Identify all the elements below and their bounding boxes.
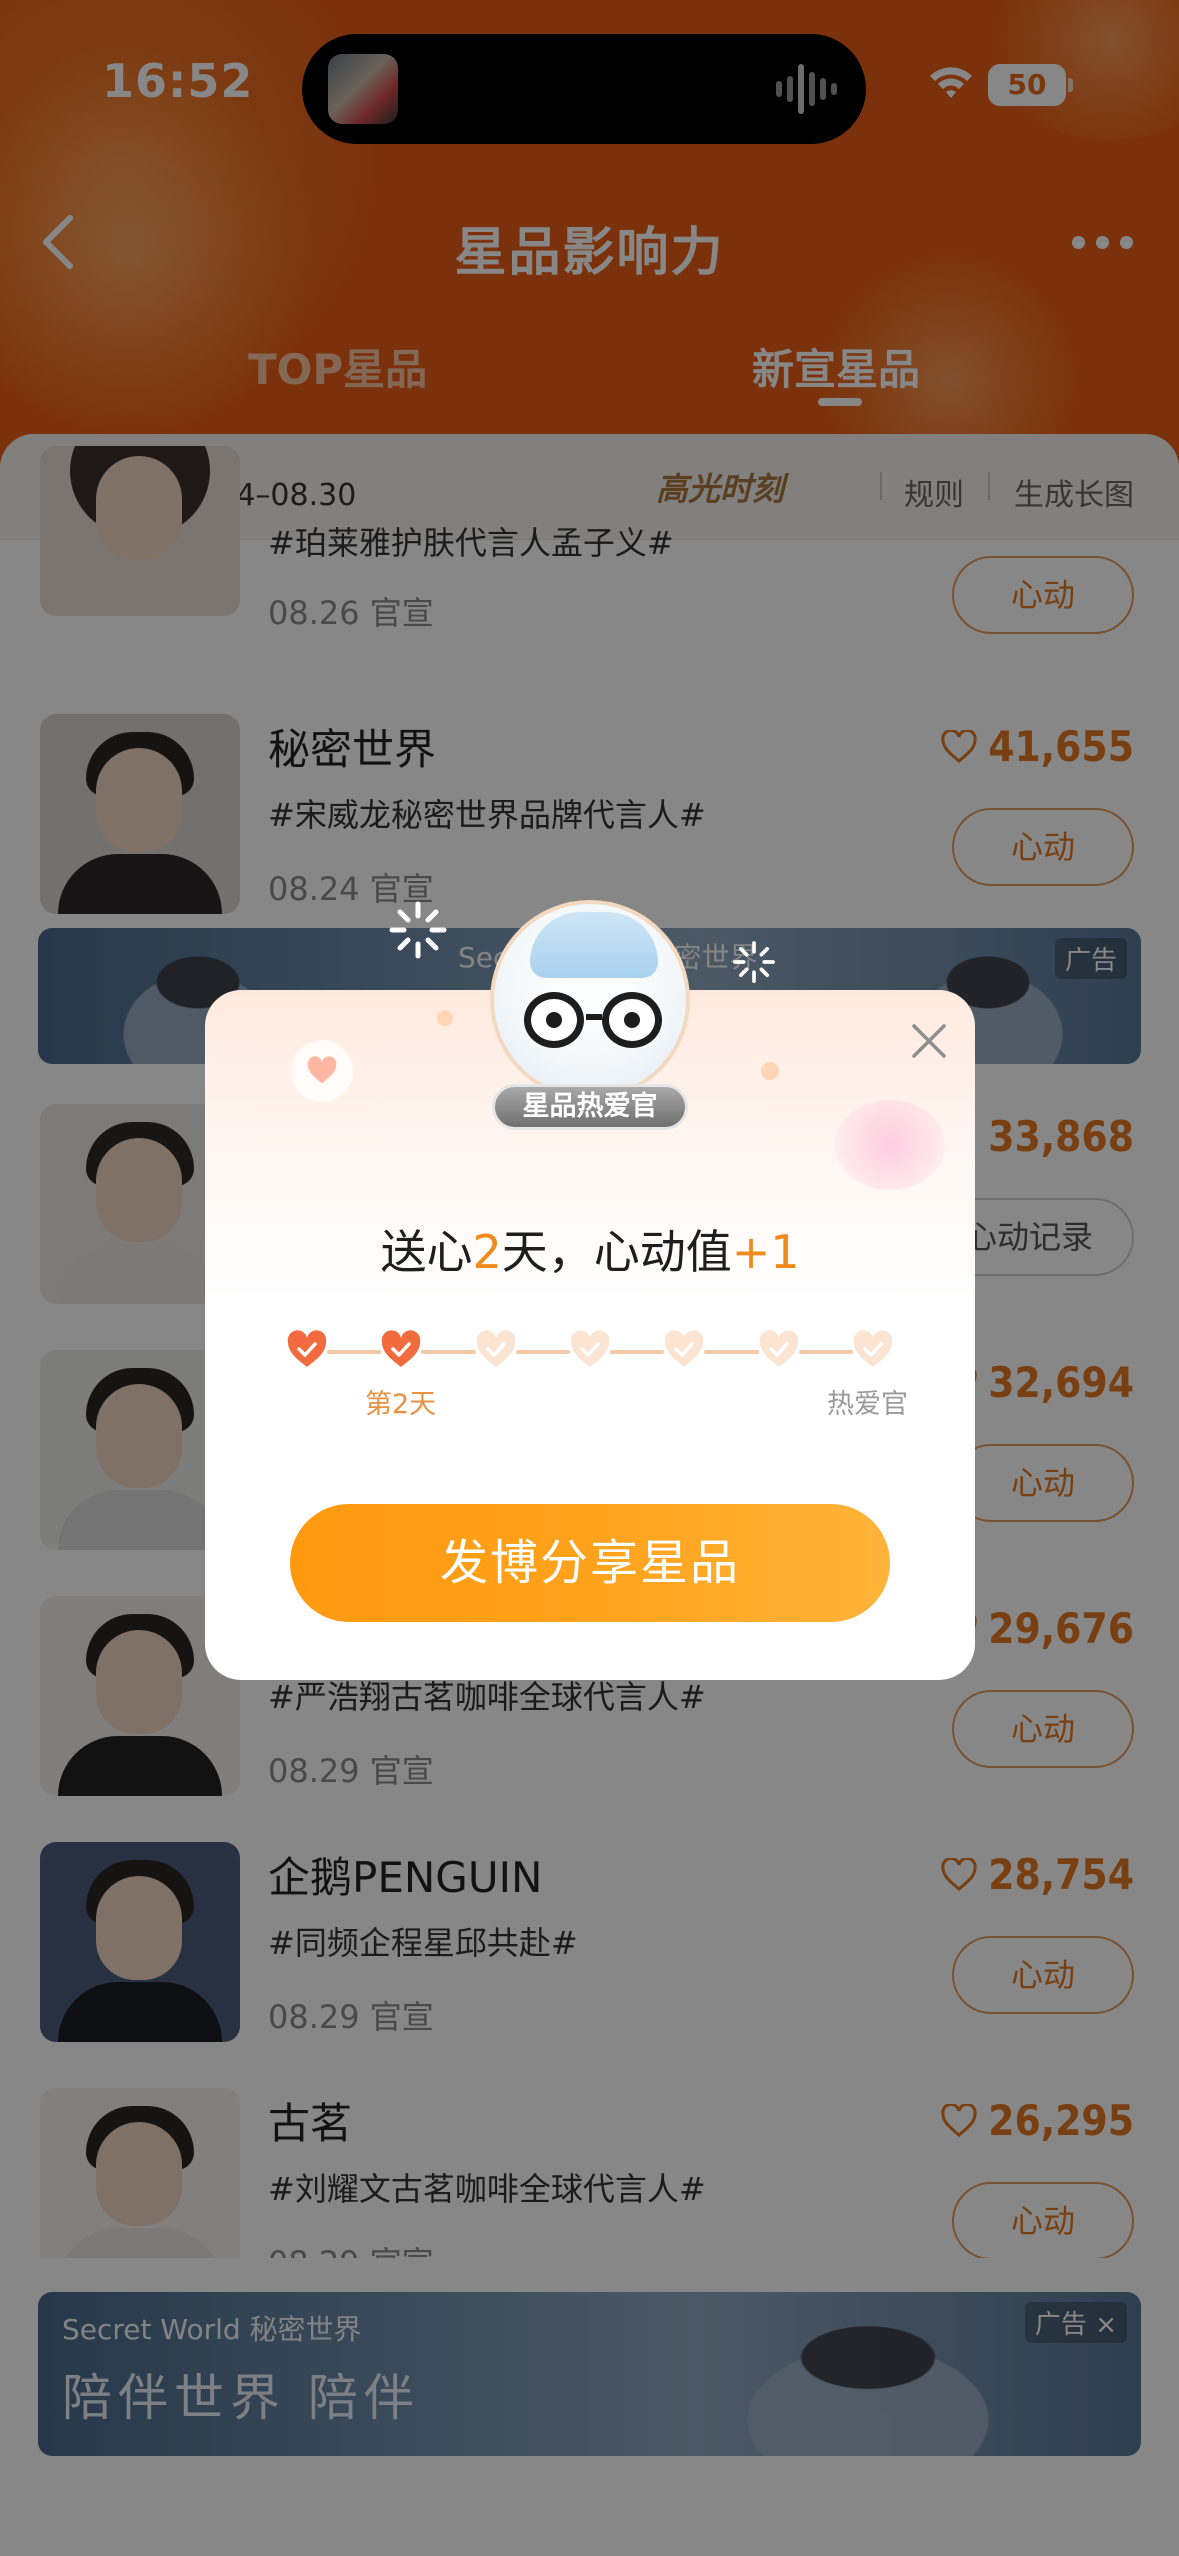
mascot-badge: 星品热爱官 [492, 1084, 688, 1130]
progress-heart-empty-icon [759, 1330, 798, 1367]
glow-decoration [835, 1100, 945, 1190]
sparkle-icon [389, 901, 447, 959]
close-icon[interactable] [908, 1020, 950, 1062]
sparkle-icon [733, 941, 775, 983]
streak-progress [285, 1330, 895, 1374]
progress-connector [515, 1350, 570, 1354]
heart-decoration-icon [291, 1040, 353, 1102]
progress-connector [610, 1350, 665, 1354]
current-day-label: 第2天 [365, 1389, 437, 1420]
progress-connector [421, 1350, 476, 1354]
progress-heart-empty-icon [665, 1330, 704, 1367]
progress-heart-filled-icon [287, 1330, 327, 1367]
sparkle-dot [437, 1010, 453, 1026]
progress-heart-empty-icon [853, 1330, 893, 1367]
goal-label: 热爱官 [827, 1389, 908, 1420]
progress-connector [704, 1350, 759, 1354]
progress-connector [327, 1350, 382, 1354]
progress-heart-empty-icon [570, 1330, 610, 1367]
sparkle-dot [761, 1062, 779, 1080]
share-weibo-button[interactable]: 发博分享星品 [290, 1504, 890, 1622]
progress-heart-filled-icon [382, 1330, 421, 1367]
progress-connector [798, 1350, 853, 1354]
reward-message: 送心2天，心动值+1 [380, 1225, 800, 1279]
mascot-avatar [490, 900, 690, 1100]
progress-heart-empty-icon [476, 1330, 515, 1367]
